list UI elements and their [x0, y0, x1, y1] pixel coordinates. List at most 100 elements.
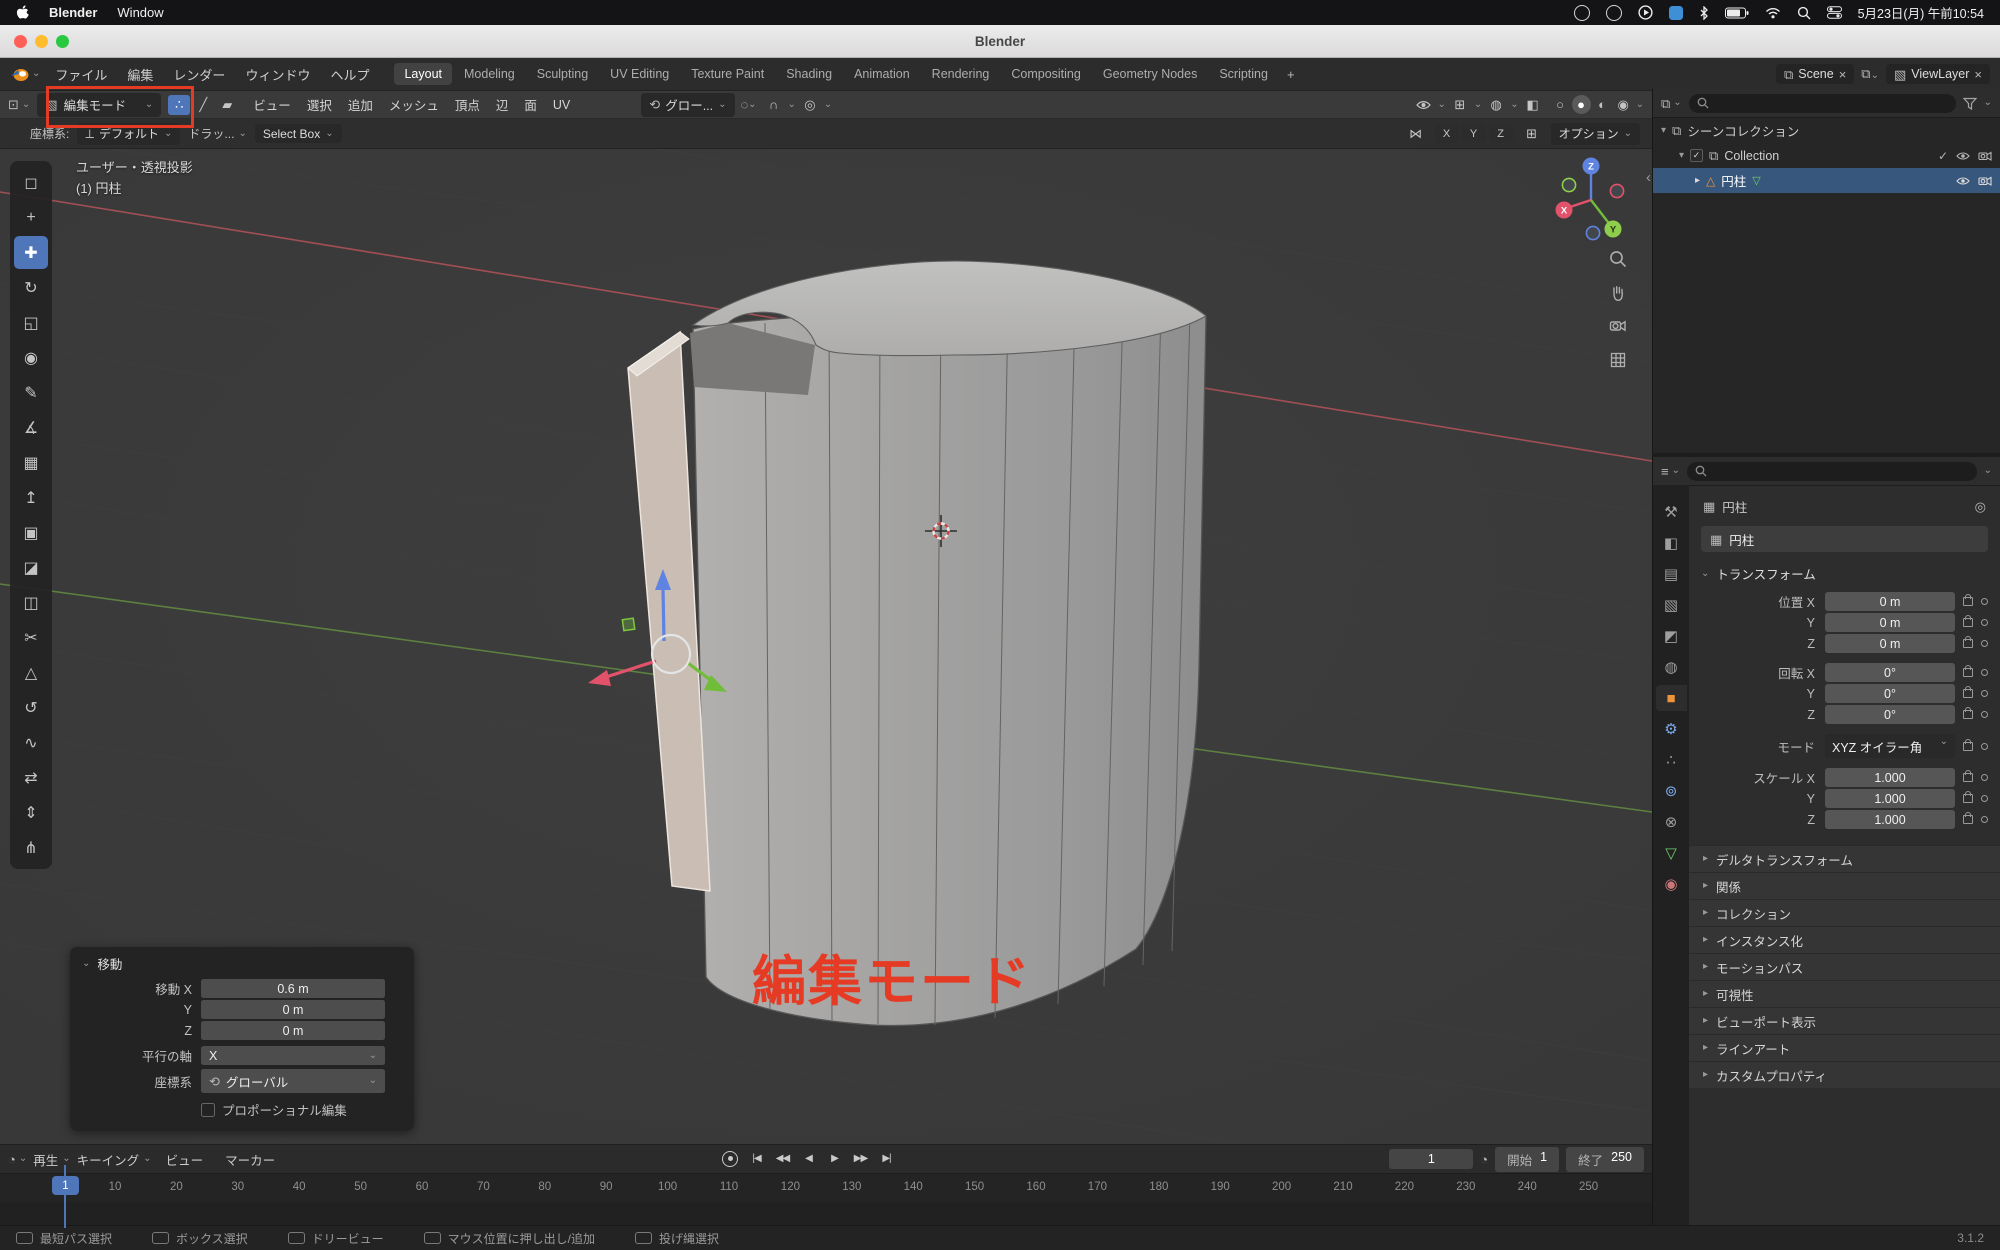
snap-grid-icon[interactable]: ⊞ [1521, 124, 1543, 144]
wifi-icon[interactable] [1765, 7, 1781, 19]
proportional-dropdown[interactable]: ⌄ [824, 100, 832, 110]
bluetooth-icon[interactable] [1699, 6, 1709, 20]
keying-menu[interactable]: キーイング⌄ [77, 1150, 152, 1169]
unlink-icon[interactable]: × [1839, 68, 1847, 81]
workspace-tab-layout[interactable]: Layout [394, 63, 452, 85]
control-center-icon[interactable] [1827, 6, 1842, 19]
lock-icon[interactable] [1963, 618, 1973, 627]
edge-slide-tool[interactable]: ⇄ [14, 761, 48, 794]
select-box-dropdown[interactable]: Select Box⌄ [255, 124, 342, 143]
frame-range-icon[interactable]: ◔ [1480, 1153, 1488, 1166]
annotate-tool[interactable]: ✎ [14, 376, 48, 409]
lock-icon[interactable] [1963, 668, 1973, 677]
tool-tab[interactable]: ⚒ [1656, 499, 1687, 525]
scene-collection-row[interactable]: ▾ ⧉ シーンコレクション [1653, 118, 2000, 143]
animate-decorator-icon[interactable] [1981, 816, 1988, 823]
lock-icon[interactable] [1963, 710, 1973, 719]
zoom-view-icon[interactable] [1608, 249, 1630, 271]
vertex-select-mode[interactable]: ∴ [168, 95, 190, 115]
knife-tool[interactable]: ✂ [14, 621, 48, 654]
disable-render-camera-icon[interactable] [1978, 175, 1992, 186]
object-visibility-dropdown[interactable] [1412, 95, 1434, 115]
breadcrumb-object-name[interactable]: 円柱 [1722, 497, 1747, 516]
shrink-fatten-tool[interactable]: ⇕ [14, 796, 48, 829]
apple-menu-icon[interactable] [16, 5, 29, 20]
material-tab[interactable]: ◉ [1656, 871, 1687, 897]
loop-cut-tool[interactable]: ◫ [14, 586, 48, 619]
workspace-tab-sculpting[interactable]: Sculpting [527, 63, 598, 85]
drag-dropdown[interactable]: ドラッ...⌄ [188, 125, 246, 142]
extrude-region-tool[interactable]: ↥ [14, 481, 48, 514]
snap-dropdown[interactable]: ⌄ [788, 100, 796, 110]
hide-eye-icon[interactable] [1956, 151, 1970, 161]
animate-decorator-icon[interactable] [1981, 795, 1988, 802]
remove-viewlayer-icon[interactable]: × [1974, 68, 1982, 81]
properties-section-header[interactable]: ▸カスタムプロパティ [1689, 1061, 2000, 1088]
add-cube-tool[interactable]: ▦ [14, 446, 48, 479]
outliner-options-dropdown[interactable]: ⌄ [1984, 98, 1992, 108]
properties-section-header[interactable]: ▸インスタンス化 [1689, 926, 2000, 953]
frame-end-field[interactable]: 終了250 [1566, 1147, 1644, 1172]
rotate-tool[interactable]: ↻ [14, 271, 48, 304]
hide-eye-icon[interactable] [1956, 176, 1970, 186]
viewport-menu-item[interactable]: UV [545, 96, 578, 114]
options-dropdown[interactable]: オプション⌄ [1551, 123, 1640, 145]
animate-decorator-icon[interactable] [1981, 774, 1988, 781]
proportional-editing-checkbox[interactable] [201, 1103, 215, 1117]
lock-icon[interactable] [1963, 639, 1973, 648]
expand-icon[interactable]: ▸ [1695, 176, 1700, 186]
accessibility-icon[interactable] [1606, 5, 1622, 21]
prev-keyframe-button[interactable]: ◀◀ [771, 1148, 794, 1169]
cylinder-object-row[interactable]: ▸ △ 円柱 ▽ [1653, 168, 2000, 193]
lock-icon[interactable] [1963, 794, 1973, 803]
solid-shading[interactable]: ● [1572, 95, 1591, 114]
operator-panel-move[interactable]: ⌄ 移動 移動 X 0.6 m Y 0 m Z [70, 947, 414, 1131]
frame-start-field[interactable]: 開始1 [1495, 1147, 1559, 1172]
mirror-axis-toggle[interactable]: X [1435, 125, 1459, 143]
playhead-marker[interactable]: 1 [52, 1176, 79, 1195]
navigation-gizmo[interactable]: Z X Y [1546, 155, 1636, 245]
workspace-tab-modeling[interactable]: Modeling [454, 63, 525, 85]
selectable-check-icon[interactable]: ✓ [1938, 149, 1948, 163]
properties-section-header[interactable]: ▸可視性 [1689, 980, 2000, 1007]
render-tab[interactable]: ◧ [1656, 530, 1687, 556]
object-tab[interactable]: ■ [1656, 685, 1687, 711]
overlays-dropdown[interactable]: ⌄ [1510, 100, 1518, 110]
cursor-tool[interactable]: + [14, 201, 48, 234]
mirror-axis-toggle[interactable]: Y [1462, 125, 1486, 143]
filter-icon[interactable] [1963, 97, 1977, 110]
shading-dropdown[interactable]: ⌄ [1636, 100, 1644, 110]
modifiers-tab[interactable]: ⚙ [1656, 716, 1687, 742]
inset-faces-tool[interactable]: ▣ [14, 516, 48, 549]
marker-menu[interactable]: マーカー [217, 1148, 283, 1171]
smooth-tool[interactable]: ∿ [14, 726, 48, 759]
select-box-tool[interactable]: ◻ [14, 166, 48, 199]
output-tab[interactable]: ▤ [1656, 561, 1687, 587]
timeline-view-menu[interactable]: ビュー [158, 1148, 212, 1171]
animate-decorator-icon[interactable] [1981, 690, 1988, 697]
viewport-menu-item[interactable]: 面 [516, 93, 545, 116]
expand-icon[interactable]: ▾ [1679, 151, 1684, 161]
viewport-menu-item[interactable]: メッシュ [381, 93, 447, 116]
animate-decorator-icon[interactable] [1981, 640, 1988, 647]
pan-view-hand-icon[interactable] [1608, 283, 1630, 305]
close-window-button[interactable] [14, 35, 27, 48]
add-workspace-button[interactable]: + [1279, 65, 1303, 84]
scene-selector[interactable]: ⧉ Scene × [1776, 64, 1854, 84]
properties-section-header[interactable]: ▸ラインアート [1689, 1034, 2000, 1061]
scale-tool[interactable]: ◱ [14, 306, 48, 339]
current-frame-field[interactable]: 1 [1389, 1149, 1473, 1169]
pin-icon[interactable]: ◎ [1975, 500, 1986, 513]
proportional-editing-icon[interactable]: ◎ [799, 95, 821, 115]
properties-section-header[interactable]: ▸モーションパス [1689, 953, 2000, 980]
collection-checkbox[interactable]: ✓ [1690, 149, 1703, 162]
physics-tab[interactable]: ⊚ [1656, 778, 1687, 804]
properties-editor-selector[interactable]: ≡⌄ [1661, 465, 1680, 478]
jump-to-start-button[interactable]: |◀ [745, 1148, 768, 1169]
bevel-tool[interactable]: ◪ [14, 551, 48, 584]
menubar-clock[interactable]: 5月23日(月) 午前10:54 [1858, 3, 1984, 22]
outliner-editor-selector[interactable]: ⧉⌄ [1661, 97, 1682, 110]
sidebar-collapse-arrow[interactable]: ‹ [1646, 169, 1651, 186]
gizmos-dropdown[interactable]: ⌄ [1474, 100, 1482, 110]
animate-decorator-icon[interactable] [1981, 619, 1988, 626]
